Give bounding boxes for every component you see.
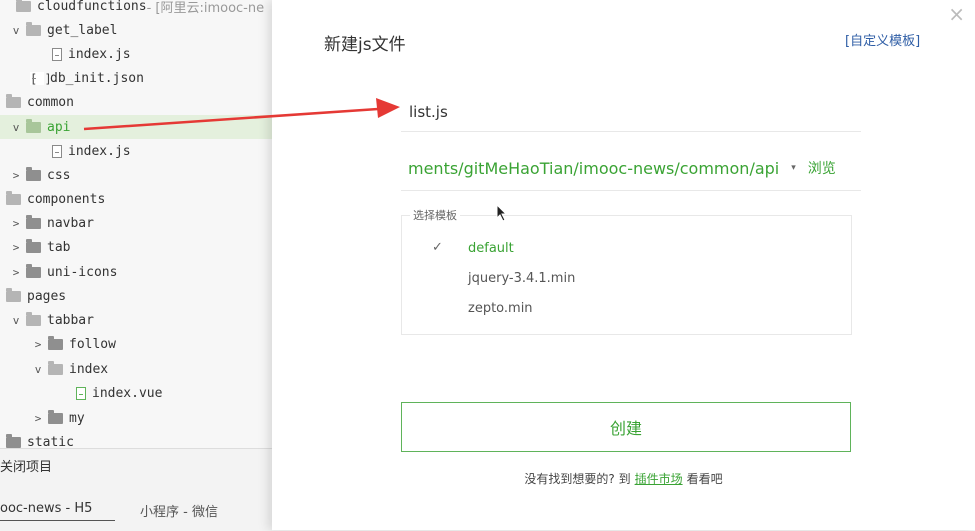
tree-item-static[interactable]: static: [0, 430, 272, 448]
tree-item-tab[interactable]: > tab: [0, 235, 272, 259]
tree-item-label: index.js: [68, 46, 131, 62]
folder-icon: [26, 214, 41, 229]
tree-item-index-js[interactable]: index.js: [0, 42, 272, 66]
tree-item-label: api: [47, 119, 71, 135]
tree-item-my[interactable]: > my: [0, 406, 272, 430]
tree-item-pages[interactable]: pages: [0, 284, 272, 308]
footer-prefix: 没有找到想要的? 到: [524, 472, 631, 486]
folder-open-icon: [6, 93, 21, 108]
tree-item-index-vue[interactable]: index.vue: [0, 381, 272, 405]
close-icon[interactable]: ×: [948, 2, 965, 26]
plugin-market-link[interactable]: 插件市场: [635, 472, 683, 486]
project-file-tree: cloudfunctions - [阿里云:imooc-ne v get_lab…: [0, 0, 272, 448]
chevron-down-icon[interactable]: v: [10, 314, 22, 327]
template-legend: 选择模板: [410, 207, 460, 223]
folder-open-icon: [16, 0, 31, 12]
template-option-default[interactable]: default: [468, 241, 514, 256]
folder-open-icon: [26, 118, 41, 133]
tree-item-index-js[interactable]: index.js: [0, 139, 272, 163]
tree-item-label: css: [47, 167, 71, 183]
tree-item-label: index: [69, 361, 109, 377]
close-project-button[interactable]: 关闭项目: [0, 456, 52, 475]
tree-item-db-init-json[interactable]: [ ] db_init.json: [0, 66, 272, 90]
tree-item-common[interactable]: common: [0, 90, 272, 114]
path-selector[interactable]: ments/gitMeHaoTian/imooc-news/common/api…: [401, 146, 861, 191]
tree-item-label: pages: [27, 288, 67, 304]
tree-item-label: index.js: [68, 143, 131, 159]
chevron-right-icon[interactable]: >: [10, 241, 22, 254]
tree-item-uni-icons[interactable]: > uni-icons: [0, 260, 272, 284]
tree-item-label: follow: [69, 336, 116, 352]
folder-icon: [26, 166, 41, 181]
template-option-zepto[interactable]: zepto.min: [468, 301, 533, 316]
folder-open-icon: [48, 360, 63, 375]
folder-icon: [6, 433, 21, 448]
new-js-file-dialog: × 新建js文件 [自定义模板] ments/gitMeHaoTian/imoo…: [272, 0, 975, 530]
dialog-title: 新建js文件: [324, 35, 406, 55]
filename-input[interactable]: [401, 92, 861, 132]
tree-item-label: db_init.json: [50, 70, 144, 86]
folder-icon: [48, 409, 63, 424]
mouse-cursor-icon: [496, 204, 508, 222]
tree-item-follow[interactable]: > follow: [0, 332, 272, 356]
browse-button[interactable]: 浏览: [808, 158, 836, 178]
tree-item-label: navbar: [47, 215, 94, 231]
vue-file-icon: [76, 386, 86, 400]
tree-item-label: cloudfunctions: [37, 0, 147, 14]
tree-item-css[interactable]: > css: [0, 163, 272, 187]
custom-template-link[interactable]: [自定义模板]: [845, 30, 920, 49]
tree-item-label: index.vue: [92, 385, 163, 401]
create-button-label: 创建: [609, 419, 642, 438]
tree-item-tabbar[interactable]: v tabbar: [0, 308, 272, 332]
tree-item-label: tabbar: [47, 312, 94, 328]
chevron-right-icon[interactable]: >: [10, 266, 22, 279]
create-button[interactable]: 创建: [401, 402, 851, 452]
folder-open-icon: [26, 21, 41, 36]
tree-item-label: static: [27, 434, 74, 449]
tree-item-cloudfunctions[interactable]: cloudfunctions - [阿里云:imooc-ne: [0, 0, 272, 18]
caret-down-icon[interactable]: ▾: [791, 163, 796, 173]
tree-item-suffix: - [阿里云:imooc-ne: [146, 0, 265, 16]
chevron-right-icon[interactable]: >: [32, 412, 44, 425]
js-file-icon: [52, 47, 62, 61]
tree-item-api[interactable]: v api: [0, 115, 272, 139]
tab-h5[interactable]: ooc-news - H5: [0, 501, 115, 521]
tree-item-label: get_label: [47, 22, 118, 38]
js-file-icon: [52, 144, 62, 158]
tree-item-label: common: [27, 94, 74, 110]
tree-item-label: components: [27, 191, 106, 207]
tree-item-get-label[interactable]: v get_label: [0, 18, 272, 42]
folder-icon: [26, 238, 41, 253]
bottom-bar: 关闭项目 ooc-news - H5 小程序 - 微信: [0, 448, 272, 531]
footer-suffix: 看看吧: [686, 472, 723, 486]
json-file-icon: [ ]: [30, 71, 52, 86]
folder-open-icon: [26, 311, 41, 326]
tab-wechat-miniprogram[interactable]: 小程序 - 微信: [140, 501, 218, 520]
tree-item-index[interactable]: v index: [0, 357, 272, 381]
tree-item-navbar[interactable]: > navbar: [0, 211, 272, 235]
check-icon: ✓: [432, 240, 443, 255]
folder-icon: [48, 335, 63, 350]
folder-icon: [26, 263, 41, 278]
chevron-down-icon[interactable]: v: [10, 121, 22, 134]
tree-item-label: tab: [47, 239, 71, 255]
chevron-right-icon[interactable]: >: [32, 338, 44, 351]
chevron-right-icon[interactable]: >: [10, 169, 22, 182]
path-text[interactable]: ments/gitMeHaoTian/imooc-news/common/api: [401, 159, 779, 178]
folder-open-icon: [6, 287, 21, 302]
chevron-down-icon[interactable]: v: [10, 24, 22, 37]
footer-note: 没有找到想要的? 到插件市场 看看吧: [272, 470, 975, 487]
tree-item-components[interactable]: components: [0, 187, 272, 211]
tree-item-label: my: [69, 410, 85, 426]
template-option-jquery[interactable]: jquery-3.4.1.min: [468, 271, 575, 286]
tree-item-label: uni-icons: [47, 264, 118, 280]
chevron-down-icon[interactable]: v: [32, 363, 44, 376]
chevron-right-icon[interactable]: >: [10, 217, 22, 230]
folder-open-icon: [6, 190, 21, 205]
